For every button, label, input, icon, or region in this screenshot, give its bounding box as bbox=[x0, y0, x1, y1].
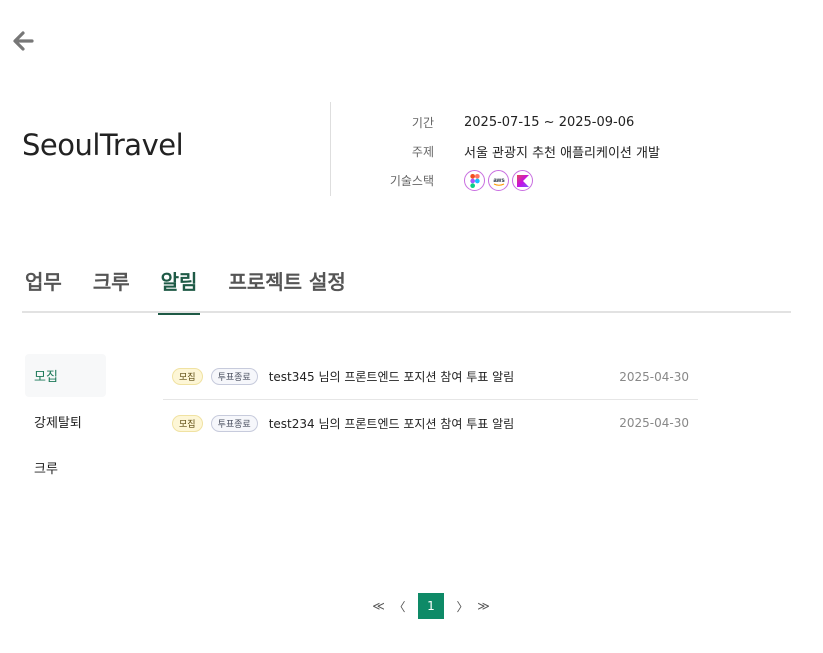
back-button[interactable] bbox=[8, 28, 38, 54]
recruit-badge: 모집 bbox=[172, 368, 203, 385]
notification-text: test234 님의 프론트엔드 포지션 참여 투표 알림 bbox=[268, 416, 515, 431]
project-info: 기간 2025-07-15 ~ 2025-09-06 주제 서울 관광지 추천 … bbox=[360, 108, 660, 195]
header-divider bbox=[330, 102, 331, 196]
tab-notifications[interactable]: 알림 bbox=[157, 262, 201, 315]
period-label: 기간 bbox=[411, 116, 434, 130]
sidebar-item-crew[interactable]: 크루 bbox=[25, 446, 106, 489]
project-title: SeoulTravel bbox=[22, 128, 184, 162]
vote-status-badge: 투표종료 bbox=[210, 368, 258, 385]
page-number-current[interactable]: 1 bbox=[418, 593, 444, 619]
notification-text: test345 님의 프론트엔드 포지션 참여 투표 알림 bbox=[268, 370, 515, 384]
tab-crew[interactable]: 크루 bbox=[90, 262, 133, 313]
notification-row[interactable]: 모집 투표종료 test234 님의 프론트엔드 포지션 참여 투표 알림 20… bbox=[163, 400, 698, 446]
stack-icons: aws bbox=[464, 170, 533, 191]
period-row: 기간 2025-07-15 ~ 2025-09-06 bbox=[360, 108, 660, 137]
notification-date: 2025-04-30 bbox=[619, 369, 689, 384]
aws-icon: aws bbox=[488, 170, 509, 191]
period-value: 2025-07-15 ~ 2025-09-06 bbox=[464, 115, 635, 130]
topic-label: 주제 bbox=[411, 145, 434, 159]
notification-row[interactable]: 모집 투표종료 test345 님의 프론트엔드 포지션 참여 투표 알림 20… bbox=[163, 354, 698, 400]
topic-row: 주제 서울 관광지 추천 애플리케이션 개발 bbox=[360, 137, 660, 166]
notification-date: 2025-04-30 bbox=[619, 416, 689, 430]
sidebar-item-forced-leave[interactable]: 강제탈퇴 bbox=[25, 400, 106, 443]
tab-project-settings[interactable]: 프로젝트 설정 bbox=[225, 262, 348, 313]
topic-value: 서울 관광지 추천 애플리케이션 개발 bbox=[464, 146, 660, 161]
figma-icon bbox=[464, 170, 485, 191]
notification-list: 모집 투표종료 test345 님의 프론트엔드 포지션 참여 투표 알림 20… bbox=[163, 354, 698, 446]
stack-label: 기술스택 bbox=[389, 174, 434, 188]
next-page-button[interactable]: 〉 bbox=[452, 593, 473, 619]
vote-status-badge: 투표종료 bbox=[210, 414, 258, 432]
sidebar-item-recruit[interactable]: 모집 bbox=[25, 354, 106, 397]
prev-page-button[interactable]: 〈 bbox=[389, 593, 410, 619]
svg-text:aws: aws bbox=[493, 178, 505, 184]
tab-tasks[interactable]: 업무 bbox=[22, 262, 65, 313]
kotlin-icon bbox=[512, 170, 533, 191]
last-page-button[interactable]: ≫ bbox=[473, 593, 494, 619]
arrow-left-icon bbox=[13, 31, 34, 51]
stack-row: 기술스택 aws bbox=[360, 166, 660, 195]
notification-sidebar: 모집 강제탈퇴 크루 bbox=[25, 354, 106, 492]
first-page-button[interactable]: ≪ bbox=[368, 593, 389, 619]
recruit-badge: 모집 bbox=[172, 414, 203, 432]
pagination: ≪ 〈 1 〉 ≫ bbox=[368, 593, 494, 619]
tab-bar: 업무 크루 알림 프로젝트 설정 bbox=[22, 262, 791, 315]
